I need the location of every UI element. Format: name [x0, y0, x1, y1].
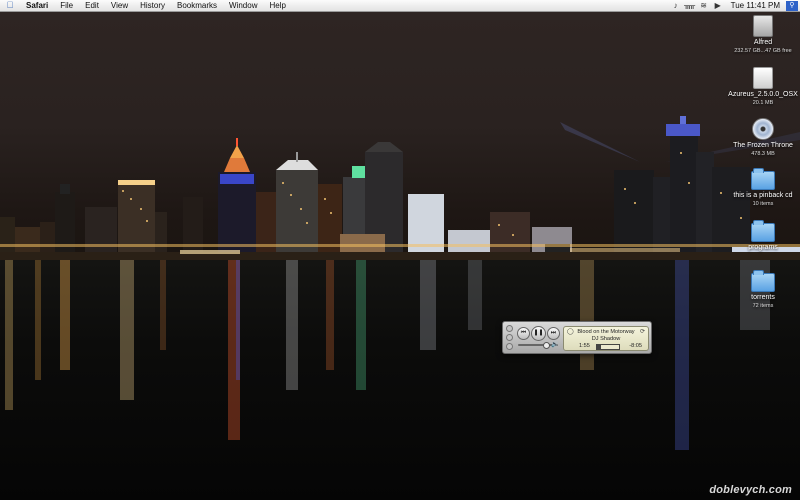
desktop-icon-frozen-throne[interactable]: The Frozen Throne 478.3 MB [723, 118, 800, 158]
menu-edit[interactable]: Edit [79, 0, 105, 11]
close-icon[interactable] [506, 325, 513, 332]
speaker-icon[interactable]: ▶ [711, 0, 725, 11]
menu-file[interactable]: File [54, 0, 79, 11]
desktop-icon-info: 232.57 GB...47 GB free [734, 48, 792, 54]
menu-bookmarks[interactable]: Bookmarks [171, 0, 223, 11]
next-track-button[interactable]: ⏭ [547, 327, 560, 340]
desktop-icon-pinback[interactable]: this is a pinback cd 10 items [723, 168, 800, 208]
water-reflections [5, 260, 770, 450]
desktop-icon-info: 20.1 MB [752, 100, 774, 106]
elapsed-time: 1:55 [579, 343, 590, 349]
window-controls [506, 325, 513, 352]
volume-knob[interactable] [543, 342, 550, 349]
track-artist: DJ Shadow [591, 336, 621, 342]
desktop-icon-label: programs [748, 244, 778, 251]
watermark-text: doblevych.com [709, 484, 792, 496]
desktop-icon-info: 478.3 MB [751, 151, 775, 157]
desktop-icon-label: The Frozen Throne [733, 142, 793, 149]
itunes-mini-player[interactable]: ⏮ ❚❚ ⏭ 🔊 ◯ ⟳ Blood on the Motorway DJ Sh… [502, 321, 652, 354]
minimize-icon[interactable] [506, 334, 513, 341]
menu-view[interactable]: View [105, 0, 134, 11]
status-area: ♪ ᚅ ≋ ▶ Tue 11:41 PM ⚲ [669, 0, 800, 11]
menu-clock[interactable]: Tue 11:41 PM [725, 0, 786, 11]
apple-icon[interactable]:  [0, 0, 20, 11]
zoom-icon[interactable] [506, 343, 513, 350]
folder-icon [751, 168, 775, 190]
desktop-icon-label: Alfred [753, 39, 773, 46]
previous-track-button[interactable]: ⏮ [517, 327, 530, 340]
desktop-icon-programs[interactable]: programs [723, 220, 800, 252]
desktop-icon-label: torrents [751, 294, 775, 301]
desktop-icon-label: Azureus_2.5.0.0_OSX [728, 91, 798, 98]
disk-image-icon [753, 67, 773, 89]
folder-icon [751, 220, 775, 242]
menu-safari[interactable]: Safari [20, 0, 54, 11]
wifi-icon[interactable]: ≋ [697, 0, 711, 11]
desktop-icon-torrents[interactable]: torrents 72 items [723, 270, 800, 310]
hard-drive-icon [753, 15, 773, 37]
pause-button[interactable]: ❚❚ [531, 326, 546, 341]
desktop-wallpaper: doblevych.com [0, 12, 800, 500]
speaker-icon: 🔊 [551, 342, 559, 348]
menu-history[interactable]: History [134, 0, 171, 11]
desktop-icon-alfred[interactable]: Alfred 232.57 GB...47 GB free [723, 15, 800, 55]
menu-window[interactable]: Window [223, 0, 263, 11]
folder-icon [751, 270, 775, 292]
progress-fill [597, 345, 602, 349]
menu-bar:  Safari File Edit View History Bookmark… [0, 0, 800, 12]
city-skyline [0, 116, 800, 260]
bluetooth-icon[interactable]: ᚅ [683, 0, 697, 11]
desktop-icon-azureus[interactable]: Azureus_2.5.0.0_OSX 20.1 MB [723, 67, 800, 107]
desktop-icon-info: 72 items [752, 303, 774, 309]
remaining-time: -8:05 [629, 343, 642, 349]
spotlight-icon[interactable]: ⚲ [786, 0, 798, 11]
desktop-icon-info: 10 items [752, 201, 774, 207]
track-title: Blood on the Motorway [577, 329, 635, 335]
volume-icon[interactable]: ♪ [669, 0, 683, 11]
progress-bar[interactable] [596, 344, 620, 350]
menu-help[interactable]: Help [263, 0, 291, 11]
cd-icon [752, 118, 774, 140]
now-playing-display: ◯ ⟳ Blood on the Motorway DJ Shadow 1:55… [563, 326, 649, 351]
desktop-icon-label: this is a pinback cd [733, 192, 793, 199]
